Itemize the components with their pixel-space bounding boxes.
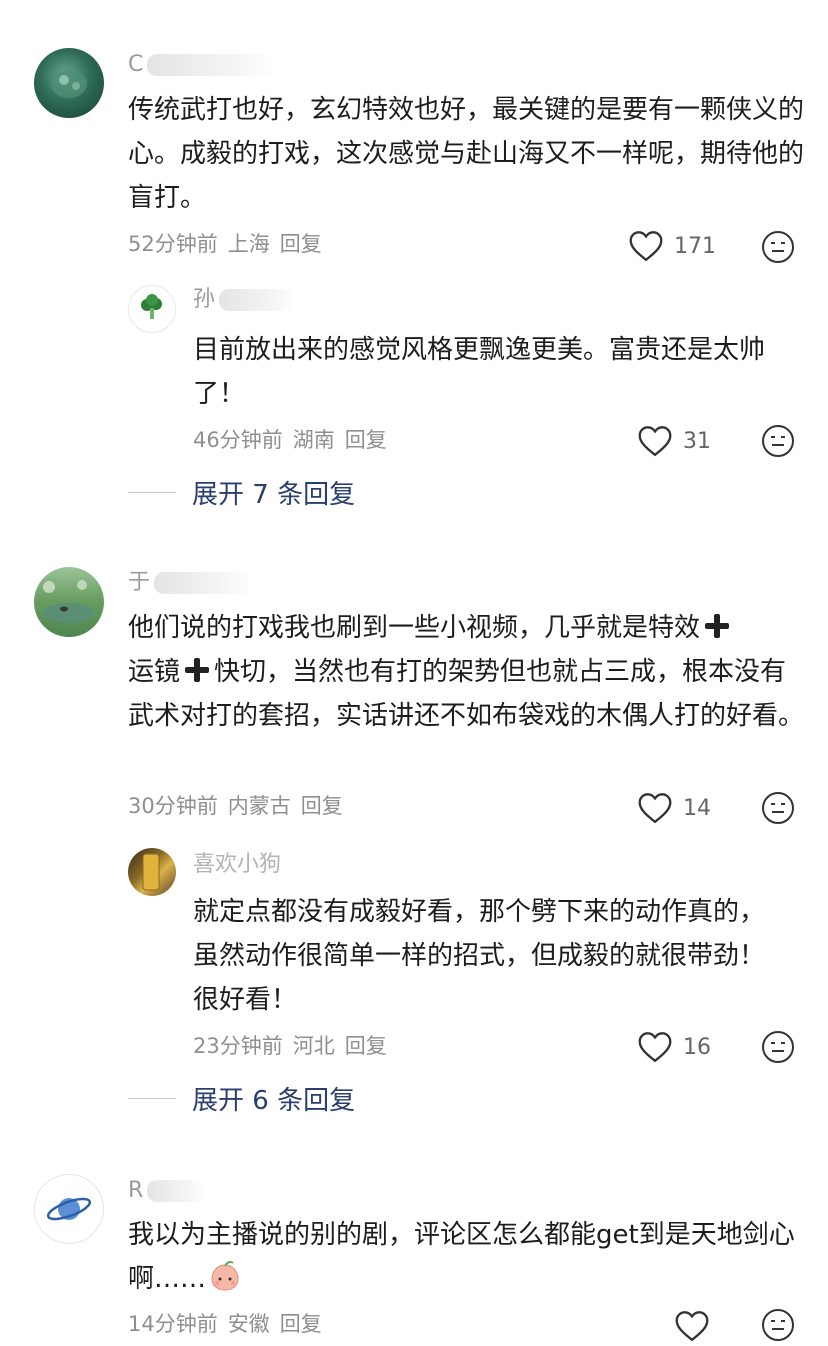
username[interactable]: R <box>128 1176 208 1206</box>
avatar[interactable] <box>34 48 104 118</box>
reply-location: 河北 <box>292 1034 335 1058</box>
heart-outline-icon <box>675 1311 709 1342</box>
reply-button[interactable]: 回复 <box>345 428 387 452</box>
expand-replies[interactable]: 展开 6 条回复 <box>128 1080 355 1116</box>
heart-outline-icon <box>638 793 672 824</box>
smile-face-icon <box>762 792 794 824</box>
reply-meta: 46分钟前 湖南 回复 <box>193 424 397 454</box>
comment-text: 我以为主播说的别的剧，评论区怎么都能get到是天地剑心啊…… <box>128 1220 795 1294</box>
reaction-button[interactable] <box>761 1030 795 1068</box>
comment-time: 52分钟前 <box>128 232 218 256</box>
divider <box>128 1097 176 1099</box>
gold-bar-avatar-icon <box>142 853 160 891</box>
smile-face-icon <box>762 425 794 457</box>
like-count: 171 <box>674 233 716 259</box>
reply-button[interactable]: 回复 <box>280 1312 322 1336</box>
plus-emoji-icon <box>704 613 730 639</box>
comment-time: 14分钟前 <box>128 1312 218 1336</box>
planet-avatar-icon <box>46 1197 92 1221</box>
username[interactable]: C <box>128 50 278 80</box>
pond-avatar-icon <box>43 580 95 623</box>
reaction-button[interactable] <box>761 791 795 829</box>
reply-meta: 23分钟前 河北 回复 <box>193 1030 397 1060</box>
like-button[interactable]: 16 <box>637 1031 711 1063</box>
like-button[interactable] <box>674 1310 710 1342</box>
expand-replies[interactable]: 展开 7 条回复 <box>128 474 355 510</box>
comment-location: 安徽 <box>227 1312 270 1336</box>
username[interactable]: 于 <box>128 568 255 598</box>
comment-location: 上海 <box>227 232 270 256</box>
blurred-name <box>154 572 255 594</box>
reply-avatar[interactable] <box>128 848 176 896</box>
heart-outline-icon <box>638 426 672 457</box>
reply-username[interactable]: 喜欢小狗 <box>193 850 281 880</box>
reply-time: 46分钟前 <box>193 428 283 452</box>
reply-button[interactable]: 回复 <box>280 232 322 256</box>
smile-face-icon <box>762 1309 794 1341</box>
plus-emoji-icon <box>184 657 210 683</box>
avatar[interactable] <box>34 567 104 637</box>
like-count: 16 <box>683 1034 711 1060</box>
reply-time: 23分钟前 <box>193 1034 283 1058</box>
reply-avatar[interactable] <box>128 285 176 333</box>
smile-face-icon <box>762 1031 794 1063</box>
like-button[interactable]: 31 <box>637 425 711 457</box>
reply-username[interactable]: 孙 <box>193 285 300 315</box>
like-count: 14 <box>683 795 711 821</box>
reaction-button[interactable] <box>761 424 795 462</box>
heart-outline-icon <box>629 231 663 262</box>
reply-location: 湖南 <box>292 428 335 452</box>
reply-text: 目前放出来的感觉风格更飘逸更美。富贵还是太帅了！ <box>193 335 766 409</box>
blurred-name <box>219 289 300 311</box>
divider <box>128 491 176 493</box>
reply-button[interactable]: 回复 <box>301 794 343 818</box>
smile-face-icon <box>762 231 794 263</box>
comment-meta: 14分钟前 安徽 回复 <box>128 1308 332 1338</box>
reaction-button[interactable] <box>761 230 795 268</box>
like-count: 31 <box>683 428 711 454</box>
comment-meta: 30分钟前 内蒙古 回复 <box>128 790 353 820</box>
comment-text: 传统武打也好，玄幻特效也好，最关键的是要有一颗侠义的心。成毅的打戏，这次感觉与赴… <box>128 95 805 213</box>
comment-meta: 52分钟前 上海 回复 <box>128 228 332 258</box>
comment-time: 30分钟前 <box>128 794 218 818</box>
reply-text: 就定点都没有成毅好看，那个劈下来的动作真的，虽然动作很简单一样的招式，但成毅的就… <box>193 897 766 1015</box>
avatar[interactable] <box>34 1174 104 1244</box>
like-button[interactable]: 171 <box>628 230 716 262</box>
blurred-name <box>147 1180 208 1202</box>
blurred-name <box>147 54 278 76</box>
heart-outline-icon <box>638 1032 672 1063</box>
comment-text: 他们说的打戏我也刷到一些小视频，几乎就是特效 运镜 快切，当然也有打的架势但也就占三… <box>128 613 805 731</box>
jade-avatar-icon <box>51 70 87 98</box>
comment-location: 内蒙古 <box>227 794 291 818</box>
reaction-button[interactable] <box>761 1308 795 1346</box>
peach-emoji-icon <box>211 1261 239 1291</box>
broccoli-avatar-icon <box>141 294 162 319</box>
like-button[interactable]: 14 <box>637 792 711 824</box>
reply-button[interactable]: 回复 <box>345 1034 387 1058</box>
